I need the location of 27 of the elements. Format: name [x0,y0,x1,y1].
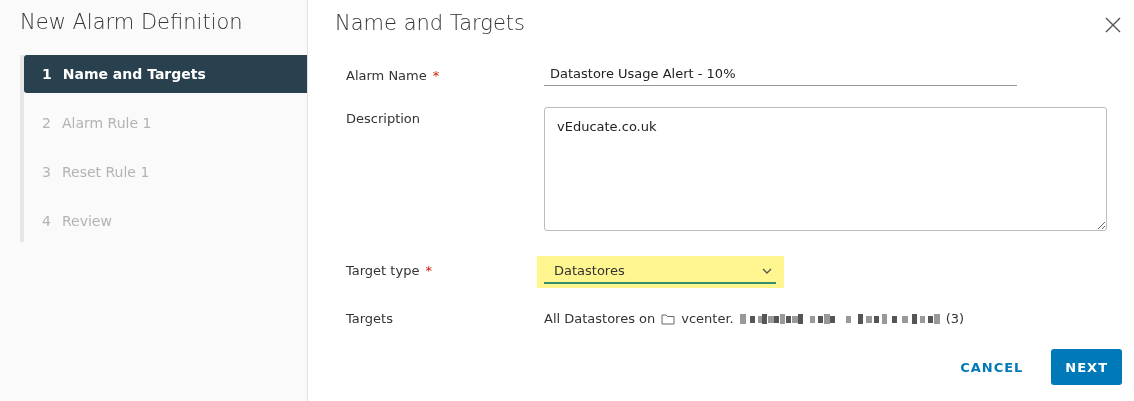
field-label: Alarm Name * [346,67,441,83]
step-item[interactable]: 1 Name and Targets [24,55,307,93]
step-number: 3 [42,164,51,180]
page-title: Name and Targets [335,11,525,35]
field-label: Description [346,110,422,126]
close-button[interactable] [1104,16,1122,34]
caret-icon [762,267,772,274]
targets-text: All Datastores on [544,311,656,326]
step-label: Name and Targets [62,66,206,82]
step-label: Review [61,213,112,229]
step-label: Alarm Rule 1 [61,115,152,131]
wizard-title: New Alarm Definition [20,10,244,34]
target-type-dropdown[interactable]: Datastores [537,256,784,288]
required-mark: * [425,263,432,278]
folder-icon [661,312,676,325]
host-name: vcenter. [681,311,734,326]
cancel-button[interactable]: CANCEL [954,349,1030,385]
step-number: 1 [42,66,52,82]
next-button[interactable]: NEXT [1051,349,1122,385]
target-count: (3) [945,311,965,326]
step-number: 2 [42,115,51,131]
field-label: Targets [346,311,394,326]
step-label: Reset Rule 1 [61,164,150,180]
required-mark: * [432,68,440,83]
step-number: 4 [42,213,51,229]
description-field[interactable]: vEducate.co.uk [544,107,1107,231]
alarm-name-field[interactable]: Datastore Usage Alert - 10% [544,62,1017,86]
